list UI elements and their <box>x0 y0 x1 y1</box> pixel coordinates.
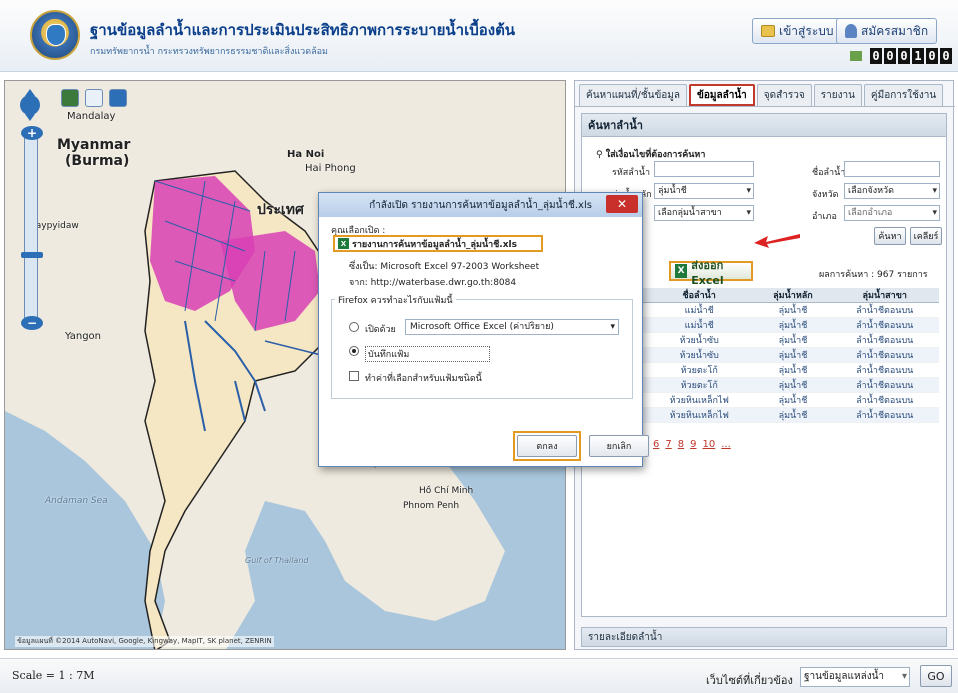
save-file-radio[interactable] <box>349 346 359 356</box>
subbasin-select[interactable]: เลือกลุ่มน้ำสาขา <box>654 205 754 221</box>
page-link[interactable]: 10 <box>703 439 716 450</box>
export-excel-button[interactable]: X ส่งออก Excel <box>669 259 753 287</box>
tab-river-data[interactable]: ข้อมูลลำน้ำ <box>689 84 755 106</box>
basin-select[interactable]: ลุ่มน้ำชี <box>654 183 754 199</box>
tab-map-search[interactable]: ค้นหาแผนที่/ชั้นข้อมูล <box>579 84 688 106</box>
col-header-subbasin[interactable]: ลุ่มน้ำสาขา <box>830 288 939 303</box>
login-button[interactable]: เข้าสู่ระบบ <box>752 18 843 44</box>
file-source: จาก: http://waterbase.dwr.go.th:8084 <box>349 278 517 288</box>
action-group-label: Firefox ควรทำอะไรกับแฟ้มนี้ <box>335 293 456 307</box>
counter-icon <box>850 51 862 61</box>
pagination: 6 7 8 9 10 ... <box>653 439 731 450</box>
layers-icon[interactable] <box>85 89 103 107</box>
remember-label: ทำค่าที่เลือกสำหรับแฟ้มชนิดนี้ <box>365 374 482 384</box>
map-label-haiphong: Hai Phong <box>305 163 356 174</box>
table-row[interactable]: ห้วยตะโก้ ลุ่มน้ำชี ลำน้ำชีตอนบน <box>643 377 939 393</box>
map-label-andaman: Andaman Sea <box>45 496 108 506</box>
user-icon <box>845 24 857 38</box>
map-attribution: ข้อมูลแผนที่ ©2014 AutoNavi, Google, Kin… <box>15 636 274 647</box>
zoom-slider[interactable]: + − <box>21 126 43 330</box>
table-row[interactable]: ห้วยน้ำซับ ลุ่มน้ำชี ลำน้ำชีตอนบน <box>643 332 939 348</box>
globe-icon[interactable] <box>61 89 79 107</box>
table-row[interactable]: ห้วยน้ำซับ ลุ่มน้ำชี ลำน้ำชีตอนบน <box>643 347 939 363</box>
register-button[interactable]: สมัครสมาชิก <box>836 18 938 44</box>
download-dialog: กำลังเปิด รายงานการค้นหาข้อมูลลำน้ำ_ลุ่ม… <box>318 192 649 467</box>
tab-reports[interactable]: รายงาน <box>813 84 862 106</box>
clear-button[interactable]: เคลียร์ <box>910 227 942 245</box>
open-with-select[interactable]: Microsoft Office Excel (ค่าปริยาย) <box>405 319 619 335</box>
panel-tabs: ค้นหาแผนที่/ชั้นข้อมูล ข้อมูลลำน้ำ จุดสำ… <box>575 81 955 107</box>
cancel-button[interactable]: ยกเลิก <box>589 435 649 457</box>
map-label-myanmar: Myanmar <box>57 137 131 153</box>
page-link[interactable]: 9 <box>690 439 696 450</box>
file-name: X รายงานการค้นหาข้อมูลลำน้ำ_ลุ่มน้ำชี.xl… <box>333 235 543 252</box>
col-header-name[interactable]: ชื่อลำน้ำ <box>643 288 756 303</box>
province-label: จังหวัด <box>812 190 839 200</box>
map-label-mandalay: Mandalay <box>67 111 116 122</box>
ok-button[interactable]: ตกลง <box>517 435 577 457</box>
search-icon: ⚲ <box>596 150 603 160</box>
section-title: ค้นหาลำน้ำ <box>581 113 947 137</box>
map-label-hanoi: Ha Noi <box>287 149 325 160</box>
app-header: ฐานข้อมูลลำน้ำและการประเมินประสิทธิภาพกา… <box>0 0 958 72</box>
map-label-yangon: Yangon <box>65 331 102 342</box>
river-detail-section[interactable]: รายละเอียดลำน้ำ <box>581 627 947 647</box>
table-row[interactable]: ห้วยหินเหล็กไฟ ลุ่มน้ำชี ลำน้ำชีตอนบน <box>643 392 939 408</box>
excel-icon: X <box>675 264 688 278</box>
site-subtitle: กรมทรัพยากรน้ำ กระทรวงทรัพยากรธรรมชาติแล… <box>90 47 328 57</box>
related-sites-label: เว็บไซต์ที่เกี่ยวข้อง <box>706 674 793 687</box>
zoom-out-icon[interactable]: − <box>21 316 43 330</box>
search-button[interactable]: ค้นหา <box>874 227 906 245</box>
zoom-in-icon[interactable]: + <box>21 126 43 140</box>
annotation-arrow-icon <box>754 234 800 248</box>
map-label-phnompenh: Phnom Penh <box>403 501 460 511</box>
page-link-more[interactable]: ... <box>721 439 731 450</box>
table-row[interactable]: ห้วยตะโก้ ลุ่มน้ำชี ลำน้ำชีตอนบน <box>643 362 939 378</box>
code-label: รหัสลำน้ำ <box>612 168 651 178</box>
map-scale: Scale = 1 : 7M <box>12 669 95 682</box>
name-label: ชื่อลำน้ำ <box>812 168 846 178</box>
map-label-thailand: ประเทศ <box>257 202 304 218</box>
page-link[interactable]: 6 <box>653 439 659 450</box>
map-label-burma: (Burma) <box>65 153 130 169</box>
table-row[interactable]: แม่น้ำชี ลุ่มน้ำชี ลำน้ำชีตอนบน <box>643 317 939 333</box>
table-row[interactable]: แม่น้ำชี ลุ่มน้ำชี ลำน้ำชีตอนบน <box>643 302 939 318</box>
page-link[interactable]: 7 <box>665 439 671 450</box>
zoom-slider-handle[interactable] <box>21 252 43 258</box>
result-count: ผลการค้นหา : 967 รายการ <box>819 270 928 280</box>
go-button[interactable]: GO <box>920 665 952 687</box>
visitor-counter: 0 0 0 1 0 0 <box>850 48 952 64</box>
province-select[interactable]: เลือกจังหวัด <box>844 183 940 199</box>
remember-checkbox[interactable] <box>349 371 359 381</box>
excel-file-icon: X <box>338 238 349 249</box>
file-type: ซึ่งเป็น: Microsoft Excel 97-2003 Worksh… <box>349 262 540 272</box>
info-icon[interactable] <box>109 89 127 107</box>
close-icon[interactable]: ✕ <box>606 195 638 213</box>
related-sites-select[interactable]: ฐานข้อมูลแหล่งน้ำ <box>800 667 910 687</box>
name-input[interactable] <box>844 161 940 177</box>
map-label-gulf: Gulf of Thailand <box>245 556 309 565</box>
department-logo-icon <box>30 10 80 60</box>
dialog-title: กำลังเปิด รายงานการค้นหาข้อมูลลำน้ำ_ลุ่ม… <box>369 199 592 211</box>
results-table: ชื่อลำน้ำ ลุ่มน้ำหลัก ลุ่มน้ำสาขา แม่น้ำ… <box>643 288 939 423</box>
map-label-hochiminh: Hồ Chí Minh <box>419 486 474 496</box>
search-hint: ⚲ ใส่เงื่อนไขที่ต้องการค้นหา <box>596 150 706 160</box>
save-file-label: บันทึกแฟ้ม <box>365 346 491 362</box>
site-title: ฐานข้อมูลลำน้ำและการประเมินประสิทธิภาพกา… <box>90 21 516 39</box>
table-row[interactable]: ห้วยหินเหล็กไฟ ลุ่มน้ำชี ลำน้ำชีตอนบน <box>643 407 939 423</box>
code-input[interactable] <box>654 161 754 177</box>
col-header-basin[interactable]: ลุ่มน้ำหลัก <box>755 288 831 303</box>
district-select[interactable]: เลือกอำเภอ <box>844 205 940 221</box>
page-link[interactable]: 8 <box>678 439 684 450</box>
open-with-radio[interactable] <box>349 322 359 332</box>
login-icon <box>761 25 775 37</box>
open-with-label: เปิดด้วย <box>365 325 396 335</box>
app-footer: Scale = 1 : 7M เว็บไซต์ที่เกี่ยวข้อง ฐาน… <box>0 658 958 693</box>
tab-manual[interactable]: คู่มือการใช้งาน <box>863 84 944 106</box>
dialog-titlebar[interactable]: กำลังเปิด รายงานการค้นหาข้อมูลลำน้ำ_ลุ่ม… <box>319 193 642 217</box>
tab-survey-points[interactable]: จุดสำรวจ <box>756 84 812 106</box>
district-label: อำเภอ <box>812 212 837 222</box>
